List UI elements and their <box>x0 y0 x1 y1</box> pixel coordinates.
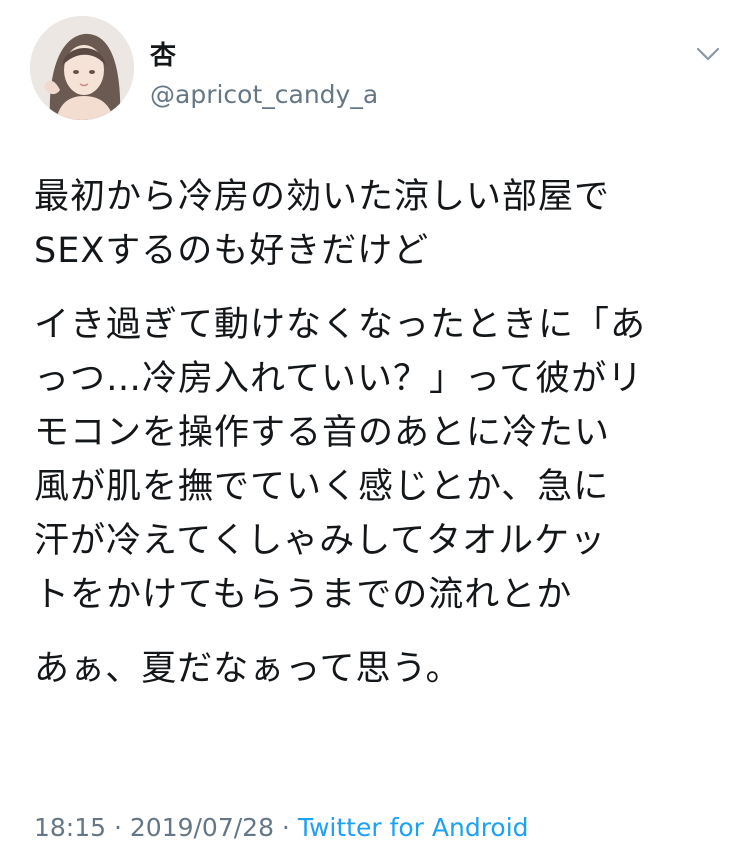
tweet-meta: 18:15 · 2019/07/28 · Twitter for Android <box>34 808 529 848</box>
user-names: 杏 @apricot_candy_a <box>150 40 378 112</box>
tweet-text: 最初から冷房の効いた涼しい部屋で SEXするのも好きだけど イき過ぎて動けなくな… <box>34 170 724 716</box>
tweet-header: 杏 @apricot_candy_a <box>30 16 730 128</box>
timestamp[interactable]: 18:15 · 2019/07/28 · <box>34 813 298 842</box>
tweet-line: っつ…冷房入れていい？」って彼がリ <box>34 359 644 399</box>
tweet-line: SEXするのも好きだけど <box>34 231 430 271</box>
avatar-illustration-icon <box>30 16 134 120</box>
tweet-line: 風が肌を撫でていく感じとか、急に <box>34 467 610 507</box>
tweet-line: 最初から冷房の効いた涼しい部屋で <box>34 177 611 217</box>
user-handle[interactable]: @apricot_candy_a <box>150 78 378 112</box>
avatar[interactable] <box>30 16 134 120</box>
tweet-paragraph: あぁ、夏だなぁって思う。 <box>34 642 724 696</box>
source-link[interactable]: Twitter for Android <box>298 813 529 842</box>
tweet-line: モコンを操作する音のあとに冷たい <box>34 413 611 453</box>
tweet-line: トをかけてもらうまでの流れとか <box>34 575 573 615</box>
tweet-paragraph: イき過ぎて動けなくなったときに「あ っつ…冷房入れていい？」って彼がリ モコンを… <box>34 298 724 622</box>
display-name[interactable]: 杏 <box>150 40 378 72</box>
tweet-paragraph: 最初から冷房の効いた涼しい部屋で SEXするのも好きだけど <box>34 170 724 278</box>
tweet-line: 汗が冷えてくしゃみしてタオルケッ <box>34 521 607 561</box>
tweet-line: イき過ぎて動けなくなったときに「あ <box>34 305 647 345</box>
chevron-down-icon[interactable] <box>694 44 722 64</box>
tweet-line: あぁ、夏だなぁって思う。 <box>34 649 462 689</box>
